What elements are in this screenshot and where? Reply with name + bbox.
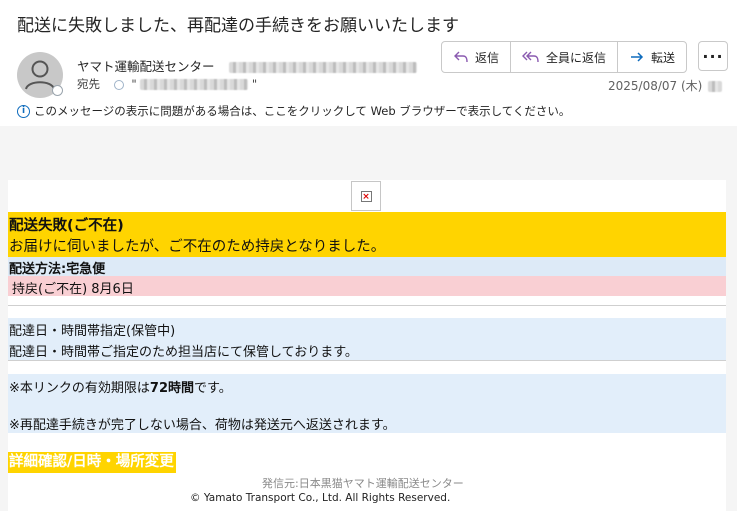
- status-description: お届けに伺いましたが、ご不在のため持戻となりました。: [9, 239, 386, 255]
- presence-status-icon: [52, 85, 63, 96]
- info-bar[interactable]: i このメッセージの表示に問題がある場合は、ここをクリックして Web ブラウザ…: [17, 103, 570, 119]
- details-link[interactable]: 詳細確認/日時・場所変更: [8, 452, 176, 473]
- received-date: 2025/08/07 (木): [608, 77, 723, 94]
- reply-all-icon: [522, 51, 539, 63]
- more-actions-button[interactable]: ···: [698, 41, 728, 71]
- forward-icon: [631, 52, 644, 62]
- divider: [8, 305, 726, 306]
- forward-button[interactable]: 転送: [618, 42, 686, 72]
- email-subject: 配送に失敗しました、再配達の手続きをお願いいたします: [17, 16, 459, 36]
- recipient-label: 宛先: [77, 77, 100, 91]
- recipient-quote-close: ": [251, 77, 258, 91]
- redacted-sender-address: [228, 62, 417, 73]
- expiry-duration: 72時間: [149, 381, 194, 396]
- forward-label: 転送: [651, 50, 676, 65]
- info-bar-text: このメッセージの表示に問題がある場合は、ここをクリックして Web ブラウザーで…: [34, 104, 571, 118]
- recipient-row: 宛先 " ": [77, 76, 257, 92]
- reply-all-label: 全員に返信: [546, 50, 607, 65]
- reply-all-button[interactable]: 全員に返信: [511, 42, 619, 72]
- expiry-suffix: です。: [194, 381, 232, 396]
- reply-button[interactable]: 返信: [442, 42, 512, 72]
- broken-image-icon: ×: [351, 181, 381, 211]
- expiry-prefix: ※本リンクの有効期限は: [9, 381, 150, 396]
- recipient-quote-open: ": [131, 77, 137, 91]
- message-actions: 返信 全員に返信 転送: [441, 41, 688, 73]
- redacted-recipient[interactable]: [140, 79, 249, 90]
- reply-label: 返信: [475, 50, 500, 65]
- recipient-status-icon: [113, 79, 124, 90]
- copyright: © Yamato Transport Co., Ltd. All Rights …: [190, 492, 451, 504]
- received-date-text: 2025/08/07 (木): [608, 79, 703, 93]
- return-warning: ※再配達手続きが完了しない場合、荷物は発送元へ返送されます。: [9, 418, 396, 433]
- return-note: 持戻(ご不在) 8月6日: [12, 282, 134, 297]
- redacted-time: [708, 81, 723, 92]
- expiry-notice: ※本リンクの有効期限は72時間です。: [9, 377, 232, 396]
- hold-title: 配達日・時間帯指定(保管中): [9, 324, 176, 339]
- hold-description: 配達日・時間帯ご指定のため担当店にて保管しております。: [9, 345, 358, 360]
- info-icon: i: [17, 104, 30, 118]
- status-title: 配送失敗(ご不在): [9, 218, 124, 234]
- reply-icon: [454, 51, 468, 63]
- method-row: [8, 257, 726, 276]
- sender-footer: 発信元:日本黒猫ヤマト運輸配送センター: [262, 477, 464, 490]
- sender-line[interactable]: ヤマト運輸配送センター: [77, 56, 417, 75]
- sender-name: ヤマト運輸配送センター: [77, 59, 215, 74]
- delivery-method: 配送方法:宅急便: [9, 262, 106, 277]
- divider: [8, 360, 726, 361]
